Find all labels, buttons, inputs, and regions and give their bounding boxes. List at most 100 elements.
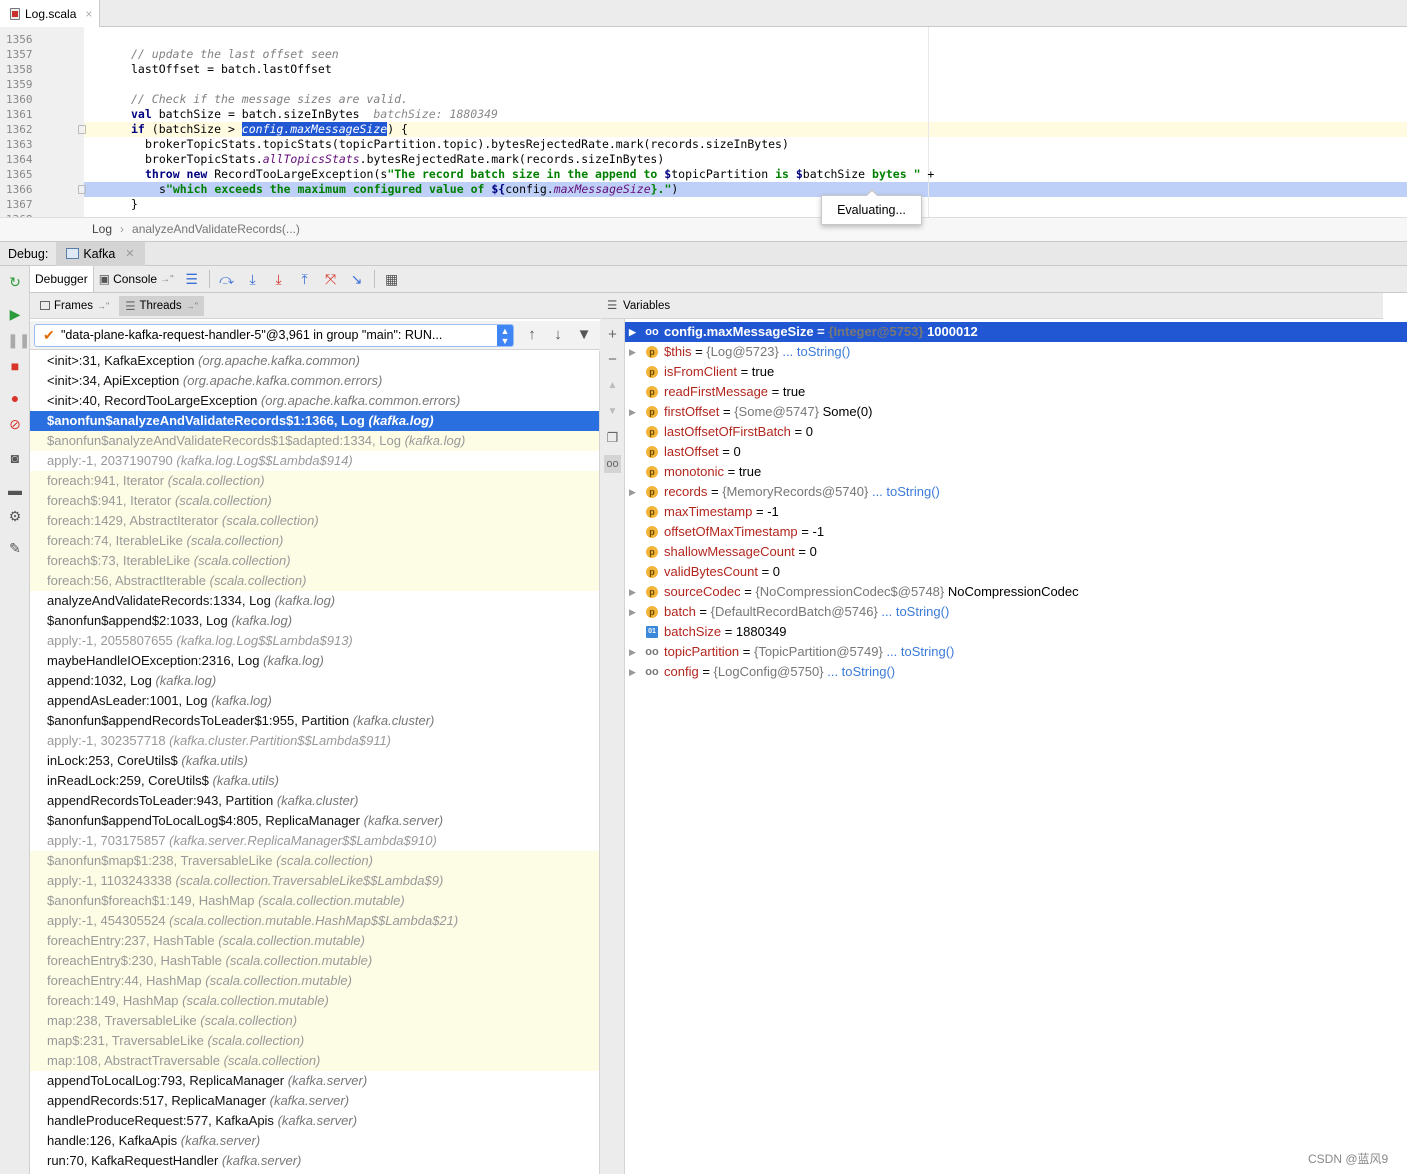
drop-frame-icon[interactable]: ⤧ <box>318 271 344 288</box>
fold-marker-icon[interactable] <box>78 125 86 134</box>
rerun-icon[interactable]: ↻ <box>7 274 23 290</box>
frame-row[interactable]: $anonfun$append$2:1033, Log (kafka.log) <box>30 611 599 631</box>
run-to-cursor-icon[interactable]: ↘ <box>344 271 370 288</box>
tab-console[interactable]: ▣ Console →" <box>94 266 179 292</box>
frame-row[interactable]: foreach:1429, AbstractIterator (scala.co… <box>30 511 599 531</box>
frame-row[interactable]: apply:-1, 1103243338 (scala.collection.T… <box>30 871 599 891</box>
expand-arrow-icon[interactable]: ▶ <box>629 602 636 622</box>
frame-row[interactable]: foreach:56, AbstractIterable (scala.coll… <box>30 571 599 591</box>
frame-row[interactable]: map:238, TraversableLike (scala.collecti… <box>30 1011 599 1031</box>
variable-row[interactable]: ▶ p batch = {DefaultRecordBatch@5746} ... … <box>625 602 1407 622</box>
expand-arrow-icon[interactable]: ▶ <box>629 642 636 662</box>
frame-row[interactable]: append:1032, Log (kafka.log) <box>30 671 599 691</box>
next-frame-icon[interactable]: ↓ <box>548 325 568 345</box>
editor-tab-log-scala[interactable]: Log.scala × <box>0 0 100 27</box>
frame-row[interactable]: foreach$:941, Iterator (scala.collection… <box>30 491 599 511</box>
variable-row[interactable]: p monotonic = true <box>625 462 1407 482</box>
frame-row[interactable]: apply:-1, 2055807655 (kafka.log.Log$$Lam… <box>30 631 599 651</box>
expand-arrow-icon[interactable]: ▶ <box>629 342 636 362</box>
expand-arrow-icon[interactable]: ▶ <box>629 582 636 602</box>
move-up-icon[interactable]: ▲ <box>604 377 621 395</box>
add-watch-icon[interactable]: + <box>604 326 621 344</box>
frame-row[interactable]: $anonfun$analyzeAndValidateRecords$1$ada… <box>30 431 599 451</box>
variable-row[interactable]: 01 batchSize = 1880349 <box>625 622 1407 642</box>
variable-row[interactable]: p maxTimestamp = -1 <box>625 502 1407 522</box>
variable-row[interactable]: ▶ p records = {MemoryRecords@5740} ... toS… <box>625 482 1407 502</box>
variable-row[interactable]: ▶ p sourceCodec = {NoCompressionCodec$@574… <box>625 582 1407 602</box>
watches-glasses-icon[interactable]: oo <box>604 455 621 473</box>
evaluate-expression-icon[interactable]: ▦ <box>379 271 405 288</box>
variable-tostring-link[interactable]: ... toString() <box>878 604 949 619</box>
frame-row[interactable]: run:70, KafkaRequestHandler (kafka.serve… <box>30 1151 599 1171</box>
step-out-icon[interactable]: ⤒ <box>292 271 318 288</box>
variable-row[interactable]: p shallowMessageCount = 0 <box>625 542 1407 562</box>
frame-row[interactable]: handle:126, KafkaApis (kafka.server) <box>30 1131 599 1151</box>
frame-row[interactable]: $anonfun$analyzeAndValidateRecords$1:136… <box>30 411 599 431</box>
show-execution-point-icon[interactable]: ⤼ <box>214 271 240 288</box>
frame-row[interactable]: inReadLock:259, CoreUtils$ (kafka.utils) <box>30 771 599 791</box>
close-icon[interactable]: × <box>85 7 92 21</box>
frame-row[interactable]: apply:-1, 302357718 (kafka.cluster.Parti… <box>30 731 599 751</box>
close-icon[interactable]: ✕ <box>125 247 134 260</box>
expand-arrow-icon[interactable]: ▶ <box>629 322 636 342</box>
gear-icon[interactable]: ⚙ <box>7 508 23 524</box>
remove-watch-icon[interactable]: − <box>604 351 621 369</box>
frame-row[interactable]: $anonfun$foreach$1:149, HashMap (scala.c… <box>30 891 599 911</box>
frame-row[interactable]: <init>:34, ApiException (org.apache.kafk… <box>30 371 599 391</box>
variable-row[interactable]: p validBytesCount = 0 <box>625 562 1407 582</box>
frame-row[interactable]: foreach:149, HashMap (scala.collection.m… <box>30 991 599 1011</box>
code-editor[interactable]: 1356 1357 1358 1359 1360 1361 1362 1363 … <box>0 27 1407 217</box>
filter-icon[interactable]: ▼ <box>574 325 594 345</box>
resume-icon[interactable]: ▶ <box>7 306 23 322</box>
view-breakpoints-icon[interactable]: ● <box>7 390 23 406</box>
frame-row[interactable]: <init>:40, RecordTooLargeException (org.… <box>30 391 599 411</box>
variable-row[interactable]: p lastOffsetOfFirstBatch = 0 <box>625 422 1407 442</box>
variable-row[interactable]: p readFirstMessage = true <box>625 382 1407 402</box>
step-over-icon[interactable]: ⤓ <box>240 271 266 288</box>
move-down-icon[interactable]: ▼ <box>604 403 621 421</box>
frame-row[interactable]: $anonfun$map$1:238, TraversableLike (sca… <box>30 851 599 871</box>
variable-row[interactable]: ▶ p $this = {Log@5723} ... toString() <box>625 342 1407 362</box>
variable-row[interactable]: p isFromClient = true <box>625 362 1407 382</box>
variable-row[interactable]: ▶ p firstOffset = {Some@5747} Some(0) <box>625 402 1407 422</box>
frame-row[interactable]: $anonfun$appendToLocalLog$4:805, Replica… <box>30 811 599 831</box>
breadcrumb-item-method[interactable]: analyzeAndValidateRecords(...) <box>132 222 300 236</box>
line-number-gutter[interactable]: 1356 1357 1358 1359 1360 1361 1362 1363 … <box>0 27 86 217</box>
frame-row[interactable]: foreach:74, IterableLike (scala.collecti… <box>30 531 599 551</box>
pin-icon[interactable]: ✎ <box>7 540 23 556</box>
frame-row[interactable]: appendAsLeader:1001, Log (kafka.log) <box>30 691 599 711</box>
tab-debugger[interactable]: Debugger <box>30 266 94 292</box>
frame-row[interactable]: map:108, AbstractTraversable (scala.coll… <box>30 1051 599 1071</box>
frame-row[interactable]: appendRecordsToLeader:943, Partition (ka… <box>30 791 599 811</box>
debug-session-tab-kafka[interactable]: Kafka ✕ <box>56 241 145 266</box>
step-into-icon[interactable]: ⤓ <box>266 271 292 288</box>
variable-row[interactable]: ▶ oo config.maxMessageSize = {Integer@5753… <box>625 322 1407 342</box>
frame-row[interactable]: foreach$:73, IterableLike (scala.collect… <box>30 551 599 571</box>
previous-frame-icon[interactable]: ↑ <box>522 325 542 345</box>
frame-row[interactable]: appendToLocalLog:793, ReplicaManager (ka… <box>30 1071 599 1091</box>
expand-arrow-icon[interactable]: ▶ <box>629 482 636 502</box>
thread-selector[interactable]: ✔ "data-plane-kafka-request-handler-5"@3… <box>34 324 514 347</box>
selected-expression[interactable]: config.maxMessageSize <box>241 122 388 136</box>
variable-row[interactable]: ▶ oo topicPartition = {TopicPartition@5749… <box>625 642 1407 662</box>
frame-row[interactable]: foreach:941, Iterator (scala.collection) <box>30 471 599 491</box>
frame-row[interactable]: foreachEntry$:230, HashTable (scala.coll… <box>30 951 599 971</box>
frame-row[interactable]: foreachEntry:44, HashMap (scala.collecti… <box>30 971 599 991</box>
pause-icon[interactable]: ❚❚ <box>7 332 30 348</box>
frame-row[interactable]: apply:-1, 2037190790 (kafka.log.Log$$Lam… <box>30 451 599 471</box>
frame-row[interactable]: foreachEntry:237, HashTable (scala.colle… <box>30 931 599 951</box>
variable-tostring-link[interactable]: ... toString() <box>779 344 850 359</box>
mute-breakpoints-icon[interactable]: ⊘ <box>7 416 23 432</box>
camera-icon[interactable]: ◙ <box>7 450 23 466</box>
variable-tostring-link[interactable]: ... toString() <box>824 664 895 679</box>
tab-frames[interactable]: Frames →" <box>34 296 115 316</box>
tab-threads[interactable]: ☰ Threads →" <box>119 295 204 316</box>
frame-row[interactable]: <init>:31, KafkaException (org.apache.ka… <box>30 351 599 371</box>
variable-row[interactable]: p offsetOfMaxTimestamp = -1 <box>625 522 1407 542</box>
frame-row[interactable]: maybeHandleIOException:2316, Log (kafka.… <box>30 651 599 671</box>
fold-marker-icon[interactable] <box>78 185 86 194</box>
frame-row[interactable]: analyzeAndValidateRecords:1334, Log (kaf… <box>30 591 599 611</box>
frame-row[interactable]: appendRecords:517, ReplicaManager (kafka… <box>30 1091 599 1111</box>
copy-icon[interactable]: ❐ <box>604 429 621 447</box>
variable-tostring-link[interactable]: ... toString() <box>868 484 940 499</box>
